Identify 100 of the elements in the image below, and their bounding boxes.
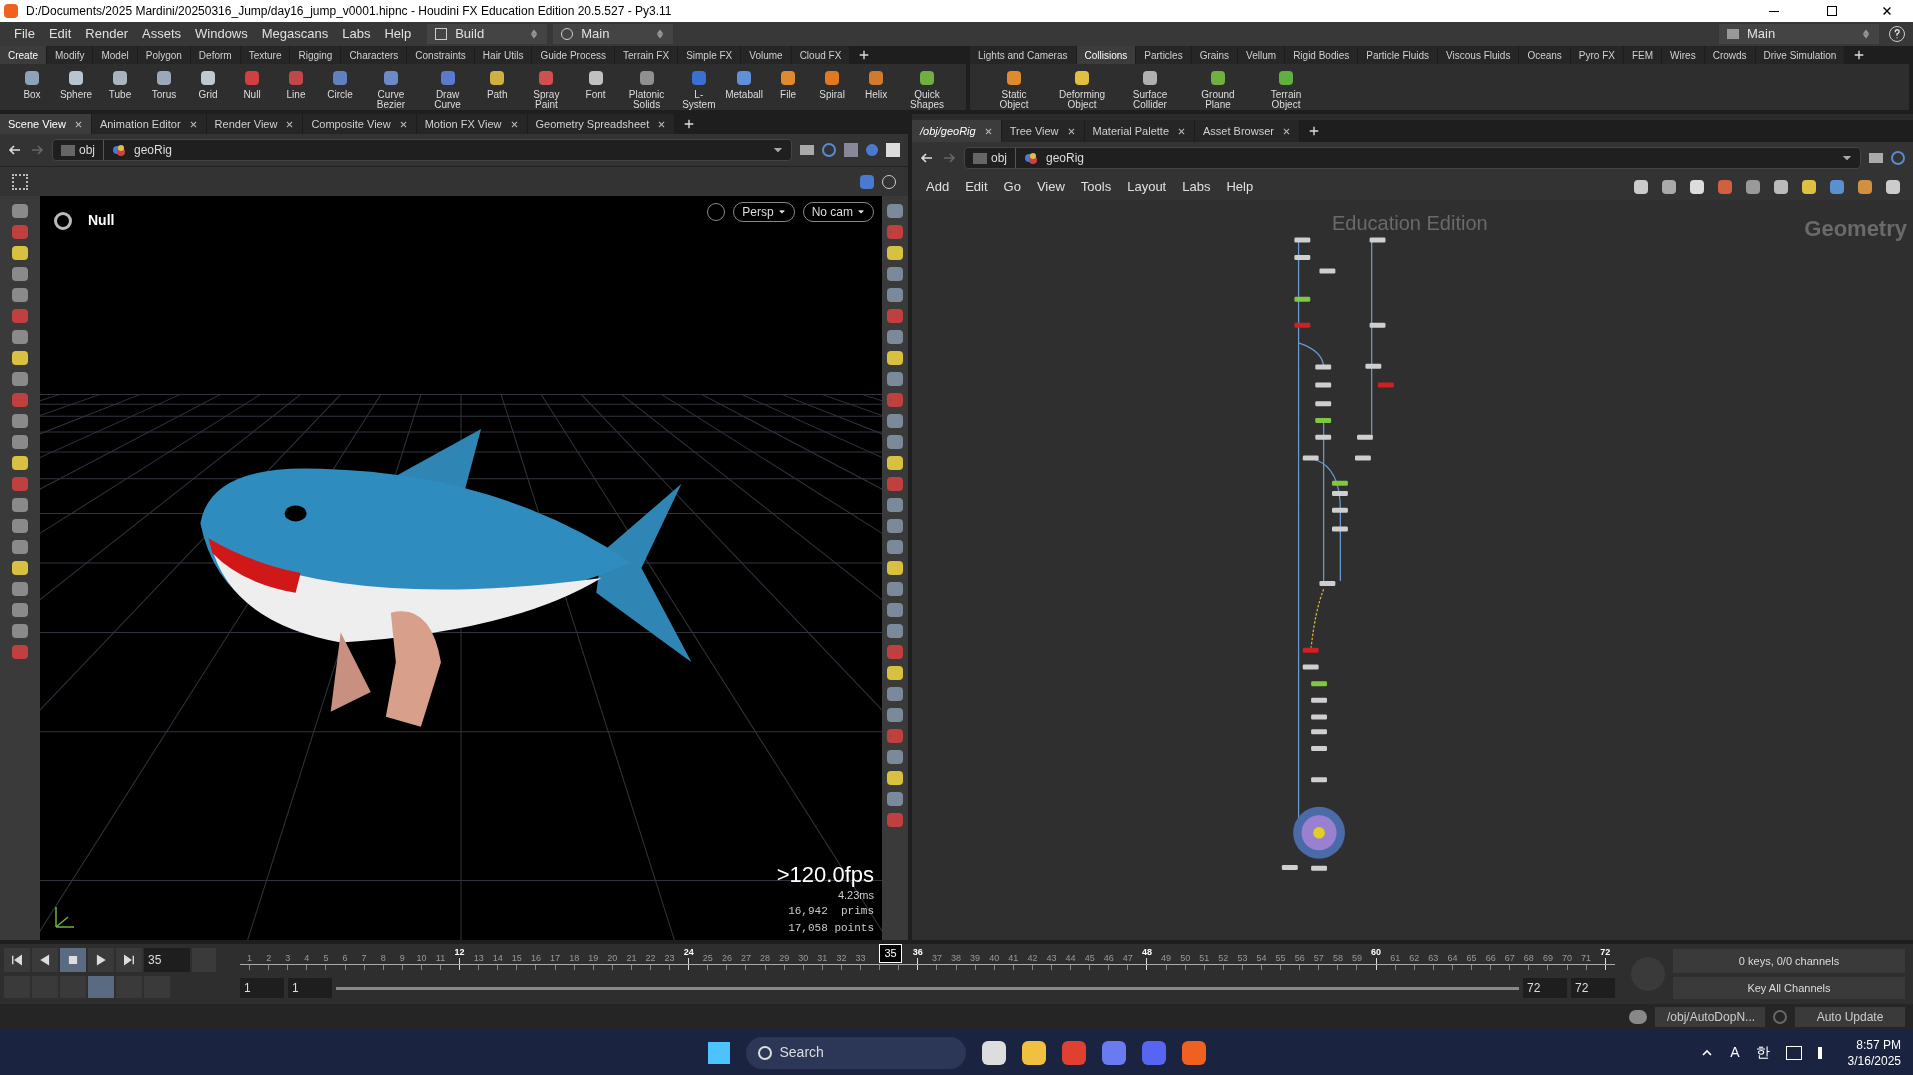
menu-item[interactable]: Help bbox=[1220, 177, 1260, 197]
menu-item[interactable]: Tools bbox=[1074, 177, 1118, 197]
menu-item[interactable]: Labs bbox=[336, 24, 377, 44]
tray-item[interactable]: 한 bbox=[1755, 1042, 1770, 1063]
menu-item[interactable]: Assets bbox=[136, 24, 187, 44]
toolbar-icon[interactable] bbox=[1746, 180, 1760, 194]
toolbar-icon[interactable] bbox=[1634, 180, 1648, 194]
shelf-tool[interactable]: Static Object bbox=[982, 68, 1046, 110]
add-icon[interactable] bbox=[1307, 125, 1320, 137]
menu-item[interactable]: Help bbox=[378, 24, 418, 44]
path-segment[interactable]: obj bbox=[965, 148, 1016, 168]
shelf-tool[interactable]: Terrain Object bbox=[1254, 68, 1318, 110]
tab[interactable]: Terrain FX bbox=[615, 46, 679, 64]
updown-icon[interactable] bbox=[1861, 29, 1871, 39]
close-icon[interactable] bbox=[1881, 5, 1893, 17]
close-icon[interactable] bbox=[398, 119, 408, 129]
tab[interactable]: Hair Utils bbox=[474, 46, 533, 64]
tool-icon[interactable] bbox=[12, 309, 28, 323]
toolbar-icon[interactable] bbox=[1858, 180, 1872, 194]
viewport[interactable]: Null Persp No cam >120.0fps 4.23ms 16,942 prims 17,058 points bbox=[40, 196, 882, 940]
target-icon[interactable] bbox=[1891, 151, 1905, 165]
close-icon[interactable] bbox=[188, 119, 198, 129]
close-icon[interactable] bbox=[285, 119, 295, 129]
updown-icon[interactable] bbox=[529, 29, 540, 39]
tool-icon[interactable] bbox=[12, 372, 28, 386]
shelf-tool[interactable]: Surface Collider bbox=[1118, 68, 1182, 110]
tool-icon[interactable] bbox=[887, 645, 903, 659]
tab[interactable]: Model bbox=[93, 46, 138, 64]
tool-icon[interactable] bbox=[12, 477, 28, 491]
tab[interactable]: Constraints bbox=[407, 46, 475, 64]
tool-icon[interactable] bbox=[887, 330, 903, 344]
tab[interactable]: Material Palette bbox=[1084, 120, 1195, 142]
search-field[interactable]: Search bbox=[745, 1036, 966, 1069]
menu-item[interactable]: View bbox=[1030, 177, 1071, 197]
tool-icon[interactable] bbox=[12, 225, 28, 239]
tab[interactable]: Texture bbox=[240, 46, 291, 64]
tab[interactable]: Volume bbox=[741, 46, 792, 64]
tab[interactable]: Motion FX View bbox=[416, 114, 528, 134]
tool-icon[interactable] bbox=[12, 645, 28, 659]
tab[interactable]: Simple FX bbox=[678, 46, 742, 64]
tool-icon[interactable] bbox=[887, 708, 903, 722]
caret-icon[interactable] bbox=[773, 145, 783, 155]
display-options-icon[interactable] bbox=[860, 174, 874, 189]
range-field[interactable]: 72 bbox=[1571, 978, 1615, 998]
tool-icon[interactable] bbox=[887, 666, 903, 680]
close-icon[interactable] bbox=[1177, 126, 1186, 136]
target-icon[interactable] bbox=[822, 143, 836, 157]
tool-icon[interactable] bbox=[12, 582, 28, 596]
tool-icon[interactable] bbox=[12, 456, 28, 470]
shelf-tool[interactable]: L-System bbox=[677, 68, 721, 110]
shelf-tool[interactable]: Torus bbox=[144, 68, 184, 110]
close-icon[interactable] bbox=[509, 119, 519, 129]
shelf-tool[interactable]: Tube bbox=[100, 68, 140, 110]
shelf-tool[interactable]: Spray Paint bbox=[521, 68, 572, 110]
tool-icon[interactable] bbox=[12, 351, 28, 365]
grid-dots-icon[interactable] bbox=[12, 173, 28, 190]
forward-icon[interactable] bbox=[942, 151, 956, 165]
tool-icon[interactable] bbox=[887, 204, 903, 218]
desktop-select[interactable]: Main bbox=[553, 24, 674, 44]
tool-icon[interactable] bbox=[887, 288, 903, 302]
tab[interactable]: Deform bbox=[190, 46, 241, 64]
tab[interactable]: Collisions bbox=[1076, 46, 1137, 64]
tool-icon[interactable] bbox=[887, 372, 903, 386]
tool-icon[interactable] bbox=[12, 204, 28, 218]
tool-icon[interactable] bbox=[12, 540, 28, 554]
tool-icon[interactable] bbox=[887, 750, 903, 764]
caret-icon[interactable] bbox=[857, 208, 865, 216]
tool-icon[interactable] bbox=[12, 603, 28, 617]
path-segment[interactable]: geoRig bbox=[104, 140, 181, 160]
menu-item[interactable]: Edit bbox=[959, 177, 994, 197]
tool-icon[interactable] bbox=[12, 246, 28, 260]
update-mode-select[interactable]: Auto Update bbox=[1795, 1007, 1905, 1027]
desktop-select[interactable]: Build bbox=[427, 24, 548, 44]
menu-item[interactable]: Add bbox=[920, 177, 956, 197]
shelf-tool[interactable]: Null bbox=[232, 68, 272, 110]
current-frame-marker[interactable]: 35 bbox=[879, 944, 902, 963]
tab[interactable]: Render View bbox=[206, 114, 304, 134]
shelf-tool[interactable]: Ground Plane bbox=[1186, 68, 1250, 110]
shelf-tool[interactable]: File bbox=[768, 68, 809, 110]
tool-icon[interactable] bbox=[887, 267, 903, 281]
range-field[interactable]: 1 bbox=[240, 978, 284, 998]
toolbar-icon[interactable] bbox=[1886, 180, 1900, 194]
tool-icon[interactable] bbox=[887, 792, 903, 806]
menu-item[interactable]: Windows bbox=[189, 24, 254, 44]
shelf-tool[interactable]: Metaball bbox=[724, 68, 765, 110]
tool-icon[interactable] bbox=[887, 414, 903, 428]
tab[interactable]: Rigging bbox=[290, 46, 342, 64]
tool-icon[interactable] bbox=[887, 813, 903, 827]
windows-start-icon[interactable] bbox=[707, 1041, 730, 1064]
updown-icon[interactable] bbox=[655, 29, 666, 39]
tool-icon[interactable] bbox=[12, 498, 28, 512]
toolbar-icon[interactable] bbox=[1718, 180, 1732, 194]
tool-icon[interactable] bbox=[887, 477, 903, 491]
tool-icon[interactable] bbox=[887, 246, 903, 260]
tab[interactable]: Characters bbox=[341, 46, 408, 64]
range-slider-fill[interactable] bbox=[336, 986, 1519, 990]
tool-icon[interactable] bbox=[887, 561, 903, 575]
tab[interactable]: FEM bbox=[1624, 46, 1663, 64]
tool-icon[interactable] bbox=[12, 288, 28, 302]
tab[interactable]: Lights and Cameras bbox=[970, 46, 1077, 64]
